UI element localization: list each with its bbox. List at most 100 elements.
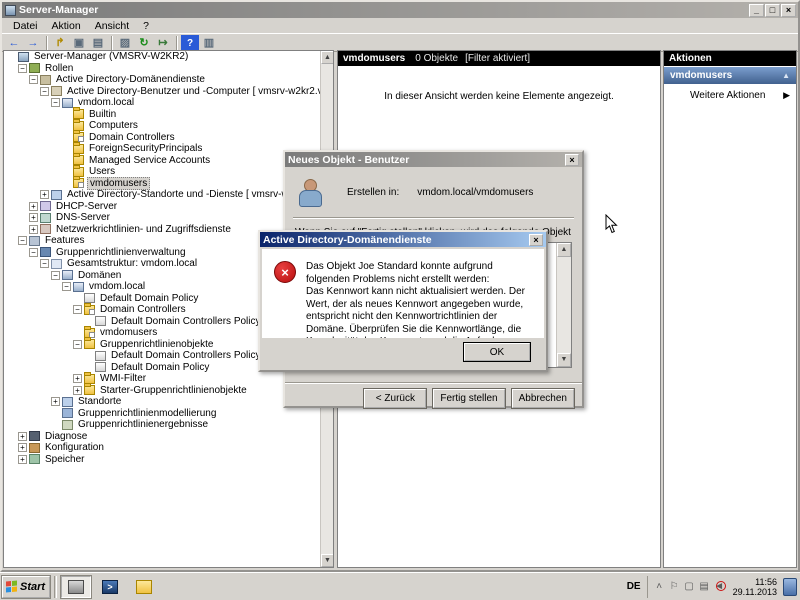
collapse-expander-icon[interactable]: −	[29, 75, 38, 85]
expand-expander-icon[interactable]: +	[18, 431, 27, 441]
error-dialog-titlebar[interactable]: Active Directory-Domänendienste ×	[260, 232, 546, 247]
preview-scrollbar[interactable]: ▲ ▼	[556, 243, 571, 367]
taskbar-server-manager-button[interactable]	[60, 574, 92, 599]
wmi-icon	[84, 371, 95, 384]
domain-icon	[73, 281, 84, 292]
collapse-expander-icon[interactable]: −	[29, 247, 38, 257]
more-actions-label: Weitere Aktionen	[690, 90, 766, 101]
scroll-down-icon[interactable]: ▼	[557, 353, 571, 367]
expand-expander-icon[interactable]: +	[40, 190, 49, 200]
show-console-tree-icon[interactable]: ▣	[70, 35, 88, 50]
expand-expander-icon[interactable]: +	[29, 224, 38, 234]
actions-group-header[interactable]: vmdomusers ▲	[664, 67, 796, 84]
back-button[interactable]: < Zurück	[363, 388, 428, 409]
tray-icons: ˄ ⚐ ▢ ▤ ◄	[646, 575, 727, 598]
expand-expander-icon[interactable]: +	[29, 201, 38, 211]
maximize-button[interactable]: □	[765, 3, 780, 17]
tree-item-label: Speicher	[45, 453, 85, 465]
tree-item[interactable]: Gruppenrichtlinienergebnisse	[4, 419, 333, 431]
start-button[interactable]: Start	[1, 574, 51, 599]
back-icon[interactable]: ←	[5, 35, 23, 50]
menu-item[interactable]: Ansicht	[88, 19, 136, 33]
expand-expander-icon[interactable]: +	[18, 443, 27, 453]
expand-expander-icon[interactable]: +	[51, 397, 60, 407]
toolbar-separator	[176, 35, 178, 50]
title-bar[interactable]: Server-Manager _ □ ×	[2, 2, 798, 18]
tree-item-label: vmdom.local	[78, 97, 135, 109]
collapse-expander-icon[interactable]: −	[51, 98, 60, 108]
forest-icon	[51, 258, 62, 269]
help-icon[interactable]: ?	[181, 35, 199, 50]
expand-expander-icon[interactable]: +	[73, 374, 82, 384]
collapse-expander-icon[interactable]: −	[73, 305, 82, 315]
forward-icon[interactable]: →	[24, 35, 42, 50]
more-actions-item[interactable]: Weitere Aktionen ▶	[664, 84, 796, 101]
scroll-up-icon[interactable]: ▲	[321, 51, 333, 64]
expand-expander-icon[interactable]: +	[29, 213, 38, 223]
close-icon[interactable]: ×	[565, 153, 579, 166]
close-button[interactable]: ×	[781, 3, 796, 17]
tree-item[interactable]: − Rollen	[4, 63, 333, 75]
expand-expander-icon[interactable]: +	[18, 454, 27, 464]
taskbar-clock[interactable]: 11:56 29.11.2013	[727, 577, 783, 597]
tray-expand-icon[interactable]: ˄	[652, 581, 667, 592]
scroll-up-icon[interactable]: ▲	[557, 243, 571, 257]
tree-item[interactable]: Builtin	[4, 107, 333, 121]
close-icon[interactable]: ×	[529, 233, 543, 246]
tree-item-label: Rollen	[45, 62, 74, 74]
menu-bar: Datei Aktion Ansicht?	[2, 18, 798, 34]
language-indicator[interactable]: DE	[621, 578, 647, 595]
tree-item[interactable]: − Active Directory-Domänendienste	[4, 74, 333, 86]
show-desktop-icon[interactable]	[783, 577, 797, 596]
ok-button[interactable]: OK	[463, 342, 531, 362]
new-object-dialog-titlebar[interactable]: Neues Objekt - Benutzer ×	[285, 152, 582, 167]
addc-icon	[40, 74, 51, 85]
refresh-icon[interactable]: ↻	[135, 35, 153, 50]
collapse-expander-icon[interactable]: −	[62, 282, 71, 292]
tree-item-label: Domänen	[78, 269, 122, 281]
tree-item[interactable]: + Konfiguration	[4, 442, 333, 454]
collapse-icon[interactable]: ▲	[782, 71, 790, 80]
tree-item[interactable]: Gruppenrichtlinienmodellierung	[4, 408, 333, 420]
taskbar-apps: >	[60, 574, 163, 599]
minimize-button[interactable]: _	[749, 3, 764, 17]
tree-item[interactable]: + Diagnose	[4, 431, 333, 443]
expand-expander-icon[interactable]: +	[73, 385, 82, 395]
windows-logo-icon	[6, 580, 17, 593]
tray-network-icon[interactable]: ▤	[697, 581, 712, 592]
tree-item[interactable]: Computers	[4, 118, 333, 132]
tray-volume-muted-icon[interactable]: ◄	[712, 581, 727, 592]
tree-item[interactable]: + Speicher	[4, 454, 333, 466]
start-label: Start	[20, 580, 46, 593]
show-actions-pane-icon[interactable]: ▥	[200, 35, 218, 50]
tree-item[interactable]: − vmdom.local	[4, 97, 333, 109]
taskbar-powershell-button[interactable]: >	[95, 576, 125, 598]
up-one-level-icon[interactable]: ↱	[51, 35, 69, 50]
ou-icon	[73, 176, 84, 189]
tree-item-label: Computers	[89, 120, 138, 132]
tree-item[interactable]: − Active Directory-Benutzer und -Computer…	[4, 86, 333, 98]
tree-item-label: Konfiguration	[45, 442, 104, 454]
new-window-icon[interactable]: ▨	[116, 35, 134, 50]
tray-flag-icon[interactable]: ⚐	[667, 581, 682, 592]
collapse-expander-icon[interactable]: −	[73, 339, 82, 349]
collapse-expander-icon[interactable]: −	[40, 86, 49, 96]
menu-item[interactable]: Aktion	[45, 19, 88, 33]
collapse-expander-icon[interactable]: −	[18, 63, 27, 73]
properties-icon[interactable]: ▤	[89, 35, 107, 50]
taskbar-explorer-button[interactable]	[129, 576, 159, 598]
gpolink-icon	[95, 316, 106, 327]
collapse-expander-icon[interactable]: −	[51, 270, 60, 280]
menu-item[interactable]: Datei	[6, 19, 45, 33]
collapse-expander-icon[interactable]: −	[40, 259, 49, 269]
taskbar-divider	[54, 575, 57, 598]
finish-button[interactable]: Fertig stellen	[432, 388, 506, 409]
collapse-expander-icon[interactable]: −	[18, 236, 27, 246]
tree-item[interactable]: Server-Manager (VMSRV-W2KR2)	[4, 51, 333, 63]
cancel-button[interactable]: Abbrechen	[510, 388, 576, 409]
tray-window-icon[interactable]: ▢	[682, 581, 697, 592]
scroll-down-icon[interactable]: ▼	[321, 554, 333, 567]
menu-item[interactable]: ?	[136, 19, 156, 33]
tree-item[interactable]: Domain Controllers	[4, 130, 333, 144]
export-list-icon[interactable]: ↦	[154, 35, 172, 50]
